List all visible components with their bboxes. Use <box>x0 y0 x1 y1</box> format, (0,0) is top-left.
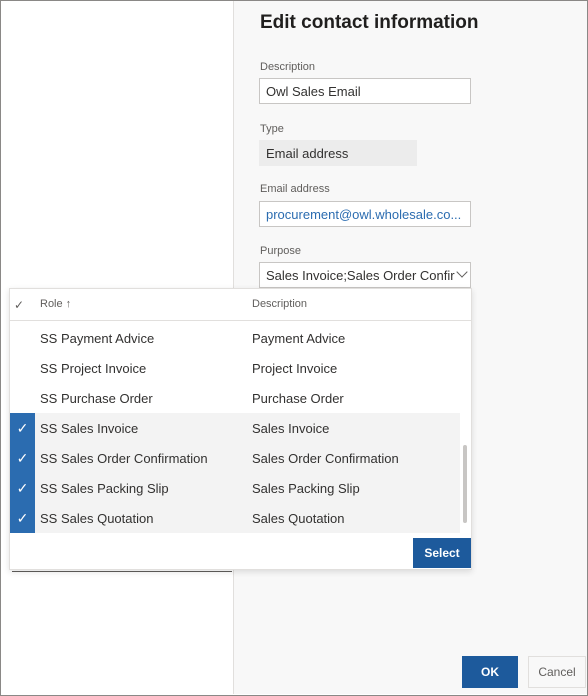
scrollbar-thumb[interactable] <box>463 445 467 523</box>
list-header: ✓ Role ↑ Description <box>10 289 471 321</box>
ok-button[interactable]: OK <box>462 656 518 688</box>
role-cell: SS Sales Packing Slip <box>40 481 169 496</box>
background-divider <box>12 571 232 572</box>
email-input[interactable]: procurement@owl.wholesale.co... <box>259 201 471 227</box>
type-value: Email address <box>259 140 417 166</box>
checkmark-icon[interactable]: ✓ <box>10 503 35 533</box>
column-header-role[interactable]: Role ↑ <box>40 298 71 310</box>
description-cell: Sales Packing Slip <box>252 481 360 496</box>
cancel-button[interactable]: Cancel <box>528 656 586 688</box>
description-cell: Sales Order Confirmation <box>252 451 399 466</box>
description-input[interactable]: Owl Sales Email <box>259 78 471 104</box>
description-cell: Project Invoice <box>252 361 338 376</box>
role-cell: SS Payment Advice <box>40 331 155 346</box>
role-list: SS Payment Advice Payment Advice SS Projec… <box>10 323 460 533</box>
role-cell: SS Purchase Order <box>40 391 153 406</box>
list-item[interactable]: ✓ SS Sales Invoice Sales Invoice <box>10 413 460 443</box>
select-all-checkbox[interactable]: ✓ <box>14 298 24 312</box>
chevron-down-icon <box>456 266 468 278</box>
dialog-title: Edit contact information <box>260 12 479 33</box>
checkmark-icon[interactable]: ✓ <box>10 473 35 503</box>
purpose-select[interactable]: Sales Invoice;Sales Order Confir <box>259 262 471 288</box>
list-item[interactable]: ✓ SS Sales Order Confirmation Sales Order … <box>10 443 460 473</box>
list-item[interactable]: ✓ SS Sales Packing Slip Sales Packing Slip <box>10 473 460 503</box>
description-cell: Purchase Order <box>252 391 344 406</box>
purpose-label: Purpose <box>260 245 301 257</box>
list-item[interactable]: ✓ SS Sales Quotation Sales Quotation <box>10 503 460 533</box>
list-item[interactable]: SS Purchase Order Purchase Order <box>10 383 460 413</box>
checkmark-icon[interactable]: ✓ <box>10 443 35 473</box>
email-label: Email address <box>260 183 330 195</box>
description-cell: Sales Quotation <box>252 511 345 526</box>
purpose-dropdown-list: ✓ Role ↑ Description SS Payment Advice Pa… <box>9 288 472 570</box>
description-cell: Sales Invoice <box>252 421 330 436</box>
column-header-description[interactable]: Description <box>252 298 307 310</box>
role-cell: SS Sales Order Confirmation <box>40 451 208 466</box>
list-item[interactable]: SS Payment Advice Payment Advice <box>10 323 460 353</box>
purpose-select-value: Sales Invoice;Sales Order Confir <box>266 268 455 283</box>
list-item[interactable]: SS Project Invoice Project Invoice <box>10 353 460 383</box>
checkmark-icon[interactable]: ✓ <box>10 413 35 443</box>
description-label: Description <box>260 61 316 73</box>
select-button[interactable]: Select <box>413 538 471 568</box>
type-label: Type <box>260 123 284 135</box>
role-cell: SS Sales Invoice <box>40 421 139 436</box>
role-cell: SS Project Invoice <box>40 361 147 376</box>
description-cell: Payment Advice <box>252 331 346 346</box>
role-cell: SS Sales Quotation <box>40 511 154 526</box>
